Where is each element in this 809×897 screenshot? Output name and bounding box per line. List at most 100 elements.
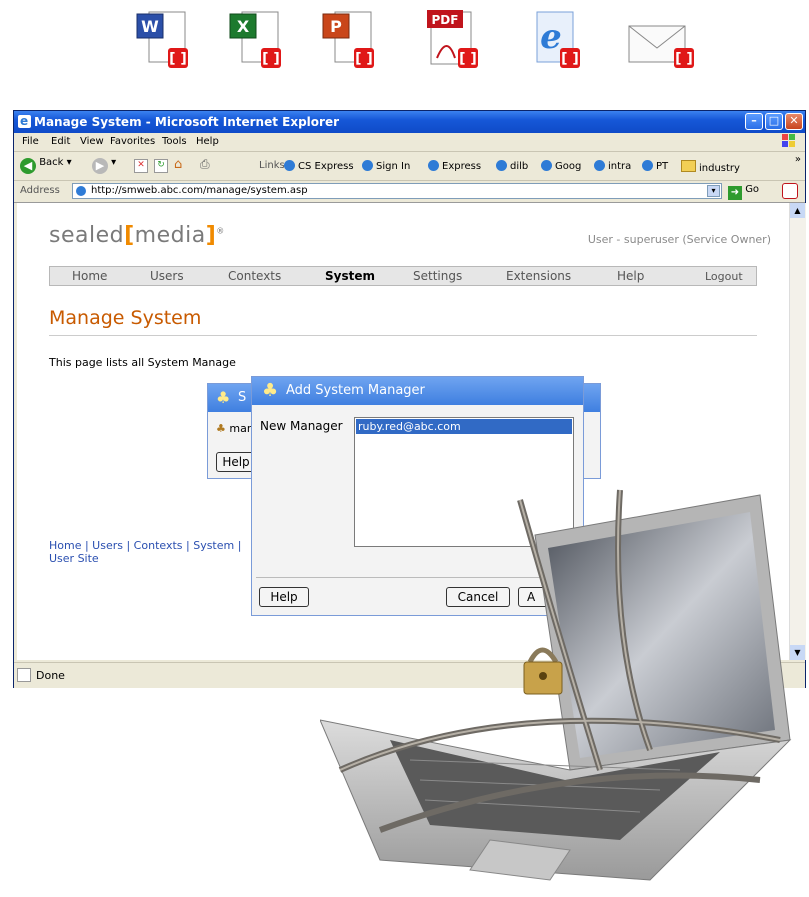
stop-icon[interactable]: ✕ (134, 159, 148, 173)
back-button[interactable]: ◀ Back ▾ (20, 157, 72, 174)
close-button[interactable]: ✕ (785, 113, 803, 130)
address-input[interactable]: http://smweb.abc.com/manage/system.asp ▾ (72, 183, 722, 199)
minimize-button[interactable]: – (745, 113, 763, 130)
page-status-icon (17, 668, 31, 682)
footer-links[interactable]: Home | Users | Contexts | System | (49, 539, 241, 552)
user-info: User - superuser (Service Owner) (587, 233, 771, 246)
nav-help[interactable]: Help (617, 269, 644, 283)
footer-user-site[interactable]: User Site (49, 552, 241, 565)
scroll-up-button[interactable]: ▲ (790, 203, 805, 218)
address-label: Address (20, 185, 60, 196)
powerpoint-document-icon: P [ ] (321, 8, 377, 72)
page-icon (76, 186, 86, 196)
toolbar: ◀ Back ▾ ▶ ▾ ✕ ↻ ⌂ ⎙ Links CS Express Si… (14, 152, 805, 181)
nav-settings[interactable]: Settings (413, 269, 462, 283)
nav-users[interactable]: Users (150, 269, 184, 283)
title-bar[interactable]: e Manage System - Microsoft Internet Exp… (14, 111, 805, 133)
svg-text:W: W (141, 17, 159, 36)
ie-link-icon (541, 160, 552, 171)
menu-help[interactable]: Help (196, 136, 219, 147)
pdf-document-icon: PDF [ ] (425, 8, 481, 72)
menu-tools[interactable]: Tools (162, 136, 187, 147)
home-icon[interactable]: ⌂ (174, 157, 182, 172)
forward-button[interactable]: ▶ ▾ (92, 157, 116, 174)
new-manager-label: New Manager (260, 419, 343, 433)
html-document-icon: e[ ] (527, 8, 583, 72)
link-industry[interactable]: industry (681, 160, 740, 174)
ie-link-icon (284, 160, 295, 171)
svg-text:[ ]: [ ] (355, 51, 373, 67)
help-button[interactable]: Help (259, 587, 309, 607)
svg-text:[ ]: [ ] (459, 51, 477, 67)
window-title: Manage System - Microsoft Internet Explo… (34, 115, 340, 129)
menu-favorites[interactable]: Favorites (110, 136, 155, 147)
manager-icon: ♣ (262, 380, 279, 401)
windows-logo-icon (781, 133, 797, 149)
go-label: Go (745, 184, 760, 195)
menu-view[interactable]: View (80, 136, 104, 147)
svg-text:PDF: PDF (432, 13, 459, 27)
user-icon: ♣ (216, 422, 226, 435)
maximize-button[interactable]: □ (765, 113, 783, 130)
manager-icon: ♣ (216, 388, 231, 407)
page-title: Manage System (49, 307, 202, 329)
svg-text:[ ]: [ ] (169, 51, 187, 67)
sealed-media-logo: sealed[media]® (49, 223, 225, 248)
locked-laptop-image (319, 440, 809, 894)
panel-title: S (238, 390, 247, 405)
go-button[interactable]: ➜ Go (728, 184, 759, 200)
address-bar: Address http://smweb.abc.com/manage/syst… (14, 181, 805, 203)
forward-arrow-icon: ▶ (92, 158, 108, 174)
title-divider (49, 335, 757, 336)
back-arrow-icon: ◀ (20, 158, 36, 174)
back-label: Back (39, 157, 64, 168)
nav-extensions[interactable]: Extensions (506, 269, 571, 283)
ie-link-icon (642, 160, 653, 171)
print-icon[interactable]: ⎙ (200, 157, 210, 172)
address-url: http://smweb.abc.com/manage/system.asp (91, 185, 308, 196)
folder-icon (681, 160, 696, 172)
svg-text:[ ]: [ ] (262, 51, 280, 67)
svg-text:e: e (540, 17, 562, 57)
link-cs-express[interactable]: CS Express (284, 160, 354, 172)
menu-bar: File Edit View Favorites Tools Help (14, 133, 805, 152)
links-overflow-chevron[interactable]: » (795, 154, 801, 165)
go-arrow-icon: ➜ (728, 186, 742, 200)
svg-text:[ ]: [ ] (675, 51, 693, 67)
page-intro: This page lists all System Manage (49, 356, 236, 369)
pdf-toolbar-icon[interactable] (782, 183, 798, 199)
link-intra[interactable]: intra (594, 160, 631, 172)
link-pt[interactable]: PT (642, 160, 668, 172)
ie-link-icon (496, 160, 507, 171)
word-document-icon: W [ ] (135, 8, 191, 72)
address-dropdown-icon[interactable]: ▾ (707, 185, 720, 197)
refresh-icon[interactable]: ↻ (154, 159, 168, 173)
page-footer: Home | Users | Contexts | System | User … (49, 539, 241, 565)
menu-file[interactable]: File (22, 136, 39, 147)
email-document-icon: [ ] (627, 8, 697, 72)
link-dilb[interactable]: dilb (496, 160, 528, 172)
nav-logout[interactable]: Logout (705, 270, 743, 283)
nav-system[interactable]: System (325, 269, 375, 283)
svg-text:[ ]: [ ] (561, 51, 579, 67)
manager-item[interactable]: ♣ mar (216, 422, 251, 435)
nav-contexts[interactable]: Contexts (228, 269, 281, 283)
selected-manager[interactable]: ruby.red@abc.com (356, 419, 572, 434)
link-goog[interactable]: Goog (541, 160, 581, 172)
link-sign-in[interactable]: Sign In (362, 160, 410, 172)
ie-app-icon: e (18, 114, 31, 128)
main-nav: Home Users Contexts System Settings Exte… (49, 266, 757, 286)
svg-text:X: X (237, 17, 250, 36)
nav-home[interactable]: Home (72, 269, 107, 283)
excel-document-icon: X [ ] (228, 8, 284, 72)
ie-link-icon (594, 160, 605, 171)
links-label: Links (259, 160, 285, 171)
ie-link-icon (362, 160, 373, 171)
panel-help-button[interactable]: Help (216, 452, 256, 472)
svg-text:P: P (330, 17, 342, 36)
status-text: Done (36, 669, 65, 682)
dialog-title-bar[interactable]: ♣ Add System Manager (252, 377, 583, 405)
link-express[interactable]: Express (428, 160, 481, 172)
dialog-title: Add System Manager (286, 383, 425, 398)
menu-edit[interactable]: Edit (51, 136, 70, 147)
